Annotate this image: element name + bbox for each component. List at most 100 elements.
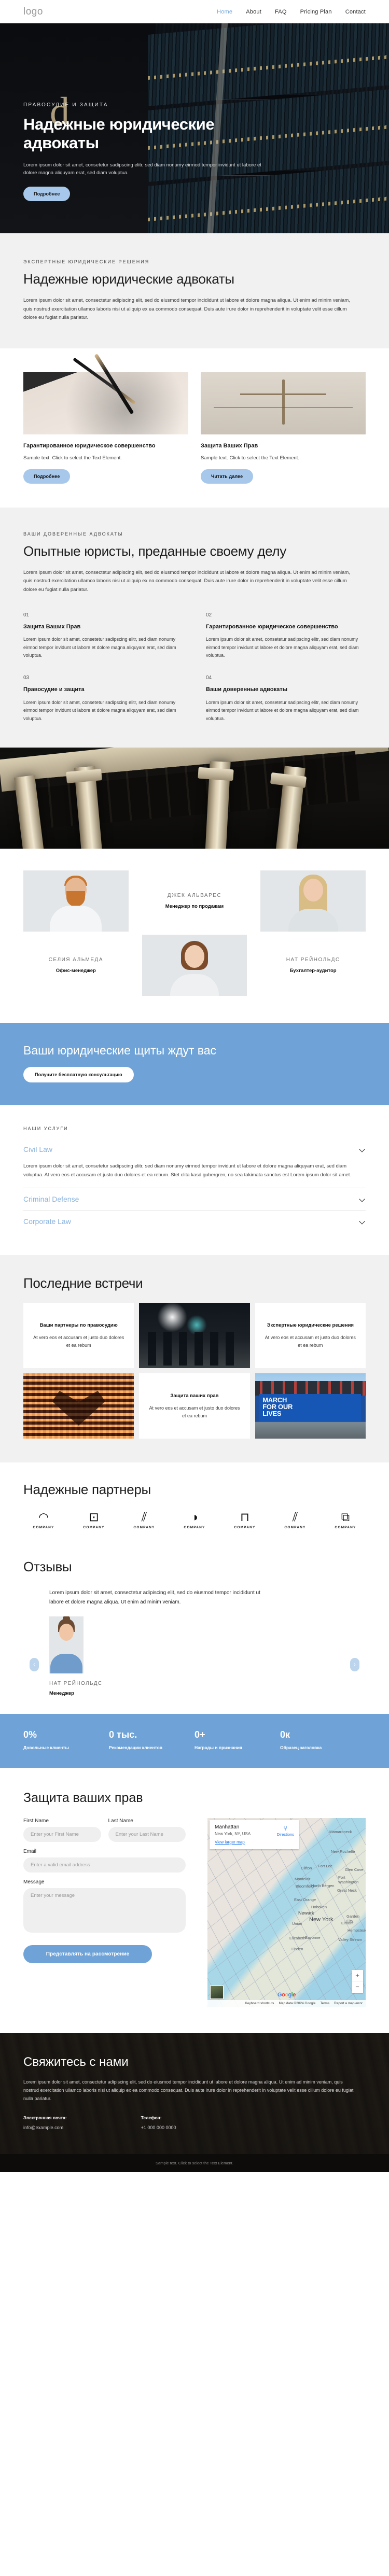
gallery-text-tile: Экспертные юридические решения At vero e… [255,1303,366,1369]
hero-paragraph: Lorem ipsum dolor sit amet, consetetur s… [23,162,261,176]
intro-eyebrow: ЭКСПЕРТНЫЕ ЮРИДИЧЕСКИЕ РЕШЕНИЯ [23,259,150,264]
gallery-tile-title: Экспертные юридические решения [267,1322,354,1328]
nav-item-pricing-plan[interactable]: Pricing Plan [300,9,332,15]
partner-name: COMPANY [284,1526,306,1530]
gallery-tile-text: At vero eos et accusam et justo duo dolo… [149,1405,240,1418]
map-zoom-controls[interactable]: + − [352,1969,363,1993]
accordion-item-criminal-defense: Criminal Defense [23,1188,366,1211]
feature-number: 03 [23,675,30,681]
team-row-bottom: СЕЛИЯ АЛЬМЕДА Офис-менеджер НАТ РЕЙНОЛЬД… [23,935,366,996]
footer-column-title: Телефон: [141,2115,162,2121]
map-zoom-out-button[interactable]: − [352,1981,363,1993]
submit-button[interactable]: Представлять на рассмотрение [23,1945,152,1963]
view-larger-map-link[interactable]: View larger map [215,1840,294,1845]
footer-column-value[interactable]: +1 000 000 0000 [141,2125,248,2130]
accordion-title: Civil Law [23,1145,53,1153]
map-label: Mamaroneck [329,1829,352,1834]
team-member-name: СЕЛИЯ АЛЬМЕДА [48,957,104,963]
partners-section: Надежные партнеры ◠ COMPANY ⊡ COMPANY ⫽ … [0,1462,389,1549]
first-name-input[interactable] [23,1826,101,1842]
testimonial-avatar [49,1616,84,1673]
map-label: Bayonne [305,1935,321,1940]
footer-copyright-bar: Sample text. Click to select the Text El… [0,2154,389,2173]
feature-text: Lorem ipsum dolor sit amet, consetetur s… [206,637,359,658]
map-city-label: New York [309,1916,334,1923]
directions-label: Directions [276,1832,294,1837]
gallery-text-tile: Ваши партнеры по правосудию At vero eos … [23,1303,134,1369]
first-name-label: First Name [23,1818,49,1824]
team-row-top: ДЖЕК АЛЬВАРЕС Менеджер по продажам [23,870,366,932]
lady-justice-statue-image [201,372,366,434]
map-label: North Bergen [311,1883,335,1888]
feature-card-button[interactable]: Читать далее [201,469,254,484]
nav-item-contact[interactable]: Contact [345,9,366,15]
map-terms-link[interactable]: Terms [320,2002,329,2005]
map-footer-bar: Keyboard shortcuts Map data ©2024 Google… [207,2000,366,2007]
chevron-down-icon[interactable] [359,1196,366,1202]
map-report-error-link[interactable]: Report a map error [334,2002,363,2005]
feature-card: Защита Ваших Прав Sample text. Click to … [201,372,366,484]
nav-item-faq[interactable]: FAQ [275,9,287,15]
numbered-feature-item: 03 Правосудие и защита Lorem ipsum dolor… [23,675,183,723]
partner-mark-icon: ◠ [38,1510,49,1524]
map-keyboard-shortcuts[interactable]: Keyboard shortcuts [245,2002,274,2005]
testimonial-quote: Lorem ipsum dolor sit amet, consectetur … [49,1589,260,1605]
carousel-prev-arrow-icon[interactable]: ‹ [30,1657,39,1671]
accordion-item-corporate-law: Corporate Law [23,1210,366,1232]
main-navigation: Home About FAQ Pricing Plan Contact [217,9,366,15]
team-member-role: Офис-менеджер [55,968,96,974]
hero-learn-more-button[interactable]: Подробнее [23,187,71,201]
nav-item-about[interactable]: About [246,9,261,15]
map-street-view-thumbnail[interactable] [210,1985,224,1999]
pen-on-paper-image [23,372,188,434]
team-member-nat-reynolds: НАТ РЕЙНОЛЬДС Бухгалтер-аудитор [260,957,366,974]
partner-logo[interactable]: ⊡ COMPANY [74,1510,114,1530]
partner-logo[interactable]: ⫽ COMPANY [124,1511,164,1530]
partner-mark-icon: ◑ [191,1510,198,1524]
map-directions-link[interactable]: ⑂ Directions [277,1824,294,1837]
stat-item: 0+ Награды и признания [195,1729,280,1750]
feature-card-button[interactable]: Подробнее [23,469,71,484]
map-label: Port Washington [338,1875,359,1884]
map-label: Fort Lee [318,1863,332,1868]
message-textarea[interactable] [23,1888,186,1933]
partner-name: COMPANY [33,1526,54,1530]
logo[interactable]: logo [23,6,43,18]
gallery-text-tile: Защита ваших прав At vero eos et accusam… [139,1373,250,1439]
team-photo-blonde-woman [260,870,366,932]
map-label: Clifton [301,1865,312,1870]
intro-paragraph: Lorem ipsum dolor sit amet, consectetur … [23,297,350,321]
map-label: Valley Stream [338,1937,363,1942]
gallery-section: Последние встречи Ваши партнеры по право… [0,1255,389,1463]
feature-card: Гарантированное юридическое совершенство… [23,372,188,484]
partner-logo[interactable]: ⫽ COMPANY [275,1511,315,1530]
last-name-input[interactable] [108,1826,186,1842]
map-label: Great Neck [337,1888,357,1893]
cta-free-consultation-button[interactable]: Получите бесплатную консультацию [23,1067,134,1082]
feature-title: Защита Ваших Прав [23,623,81,630]
partner-logo[interactable]: ⊓ COMPANY [225,1511,265,1530]
map-zoom-in-button[interactable]: + [352,1970,363,1981]
map-label: East Orange [294,1897,316,1902]
accordion-header[interactable]: Corporate Law [23,1210,366,1232]
stat-item: 0к Образец заголовка [280,1729,366,1750]
stat-label: Образец заголовка [280,1744,322,1750]
google-map[interactable]: Manhattan New York, NY, USA ⑂ Directions… [207,1818,366,2007]
gallery-tile-title: Ваши партнеры по правосудию [39,1322,118,1328]
carousel-next-arrow-icon[interactable]: › [350,1657,359,1671]
nav-item-home[interactable]: Home [217,9,232,15]
partner-mark-icon: ⊡ [89,1510,99,1524]
message-label: Message [23,1879,45,1885]
chevron-down-icon[interactable] [359,1218,366,1224]
footer-column-value[interactable]: info@example.com [23,2125,131,2130]
accordion-header[interactable]: Civil Law [23,1138,366,1160]
gallery-image-march-for-our-lives: MARCH FOR OUR LIVES [255,1373,366,1439]
accordion-header[interactable]: Criminal Defense [23,1188,366,1210]
partner-logo[interactable]: ◑ COMPANY [174,1510,215,1530]
email-input[interactable] [23,1857,186,1873]
partner-name: COMPANY [335,1526,356,1530]
partner-logo[interactable]: ◠ COMPANY [23,1510,64,1530]
chevron-down-icon[interactable] [359,1146,366,1152]
partner-logo[interactable]: ⧉ COMPANY [325,1511,366,1530]
accordion-title: Corporate Law [23,1217,71,1226]
